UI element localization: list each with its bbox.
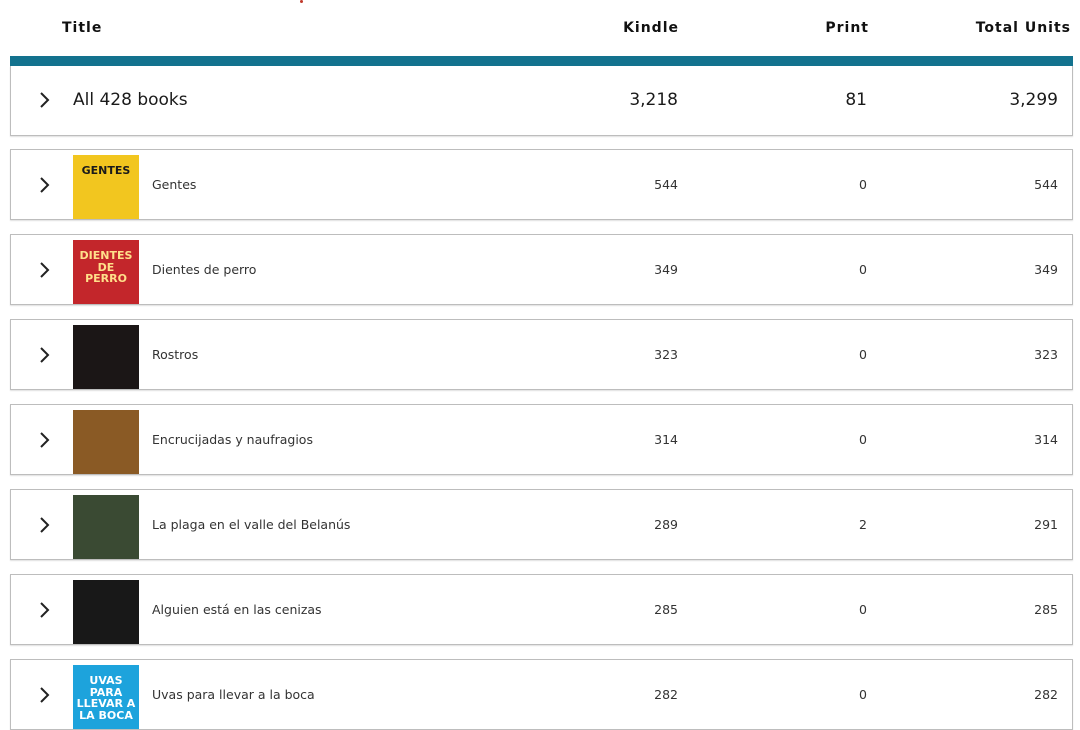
expand-chevron-icon[interactable] xyxy=(39,516,51,534)
book-title: Encrucijadas y naufragios xyxy=(152,432,313,447)
cover-lettering: UVAS PARA LLEVAR A LA BOCA xyxy=(76,674,136,722)
kindle-units: 289 xyxy=(654,517,678,532)
table-header: Title Kindle Print Total Units xyxy=(10,0,1073,56)
print-units: 0 xyxy=(859,177,867,192)
total-units: 544 xyxy=(1034,177,1058,192)
column-header-title[interactable]: Title xyxy=(62,20,102,36)
book-row[interactable]: Rostros 323 0 323 xyxy=(10,319,1073,390)
book-cover-image[interactable] xyxy=(73,580,139,644)
summary-total-units: 3,299 xyxy=(1009,90,1058,110)
book-cover-image[interactable]: UVAS PARA LLEVAR A LA BOCA xyxy=(73,665,139,729)
expand-chevron-icon[interactable] xyxy=(39,601,51,619)
summary-label: All 428 books xyxy=(73,90,188,110)
book-list: GENTES Gentes 544 0 544 DIENTES DE PERRO Dient… xyxy=(10,149,1073,730)
book-row[interactable]: Encrucijadas y naufragios 314 0 314 xyxy=(10,404,1073,475)
book-row[interactable]: DIENTES DE PERRO Dientes de perro 349 0 349 xyxy=(10,234,1073,305)
book-cover-image[interactable] xyxy=(73,495,139,559)
book-title: La plaga en el valle del Belanús xyxy=(152,517,351,532)
book-title: Alguien está en las cenizas xyxy=(152,602,322,617)
print-units: 0 xyxy=(859,602,867,617)
kindle-units: 282 xyxy=(654,687,678,702)
print-units: 0 xyxy=(859,432,867,447)
cover-lettering: DIENTES DE PERRO xyxy=(79,249,133,286)
kindle-units: 285 xyxy=(654,602,678,617)
expand-chevron-icon[interactable] xyxy=(39,261,51,279)
book-title: Uvas para llevar a la boca xyxy=(152,687,315,702)
print-units: 2 xyxy=(859,517,867,532)
book-title: Gentes xyxy=(152,177,197,192)
book-cover-image[interactable] xyxy=(73,410,139,474)
print-units: 0 xyxy=(859,687,867,702)
expand-chevron-icon[interactable] xyxy=(39,176,51,194)
book-cover-image[interactable]: GENTES xyxy=(73,155,139,219)
column-header-kindle[interactable]: Kindle xyxy=(623,20,679,36)
total-units: 314 xyxy=(1034,432,1058,447)
total-units: 349 xyxy=(1034,262,1058,277)
column-header-print[interactable]: Print xyxy=(825,20,869,36)
expand-chevron-icon[interactable] xyxy=(39,686,51,704)
book-row[interactable]: Alguien está en las cenizas 285 0 285 xyxy=(10,574,1073,645)
column-header-total-units[interactable]: Total Units xyxy=(976,20,1071,36)
total-units: 285 xyxy=(1034,602,1058,617)
book-row[interactable]: La plaga en el valle del Belanús 289 2 291 xyxy=(10,489,1073,560)
total-units: 323 xyxy=(1034,347,1058,362)
kindle-units: 314 xyxy=(654,432,678,447)
expand-chevron-icon[interactable] xyxy=(39,431,51,449)
sales-report-page: Title Kindle Print Total Units All 428 b… xyxy=(0,0,1080,730)
book-cover-image[interactable]: DIENTES DE PERRO xyxy=(73,240,139,304)
summary-print-units: 81 xyxy=(845,90,867,110)
all-books-summary-row[interactable]: All 428 books 3,218 81 3,299 xyxy=(10,66,1073,136)
book-title: Rostros xyxy=(152,347,199,362)
expand-chevron-icon[interactable] xyxy=(39,91,51,109)
print-units: 0 xyxy=(859,347,867,362)
book-row[interactable]: UVAS PARA LLEVAR A LA BOCA Uvas para llev… xyxy=(10,659,1073,730)
cover-lettering: GENTES xyxy=(81,164,131,177)
print-units: 0 xyxy=(859,262,867,277)
kindle-units: 544 xyxy=(654,177,678,192)
header-accent-bar xyxy=(10,56,1073,66)
summary-kindle-units: 3,218 xyxy=(629,90,678,110)
book-cover-image[interactable] xyxy=(73,325,139,389)
book-title: Dientes de perro xyxy=(152,262,257,277)
total-units: 291 xyxy=(1034,517,1058,532)
total-units: 282 xyxy=(1034,687,1058,702)
kindle-units: 323 xyxy=(654,347,678,362)
expand-chevron-icon[interactable] xyxy=(39,346,51,364)
book-row[interactable]: GENTES Gentes 544 0 544 xyxy=(10,149,1073,220)
kindle-units: 349 xyxy=(654,262,678,277)
